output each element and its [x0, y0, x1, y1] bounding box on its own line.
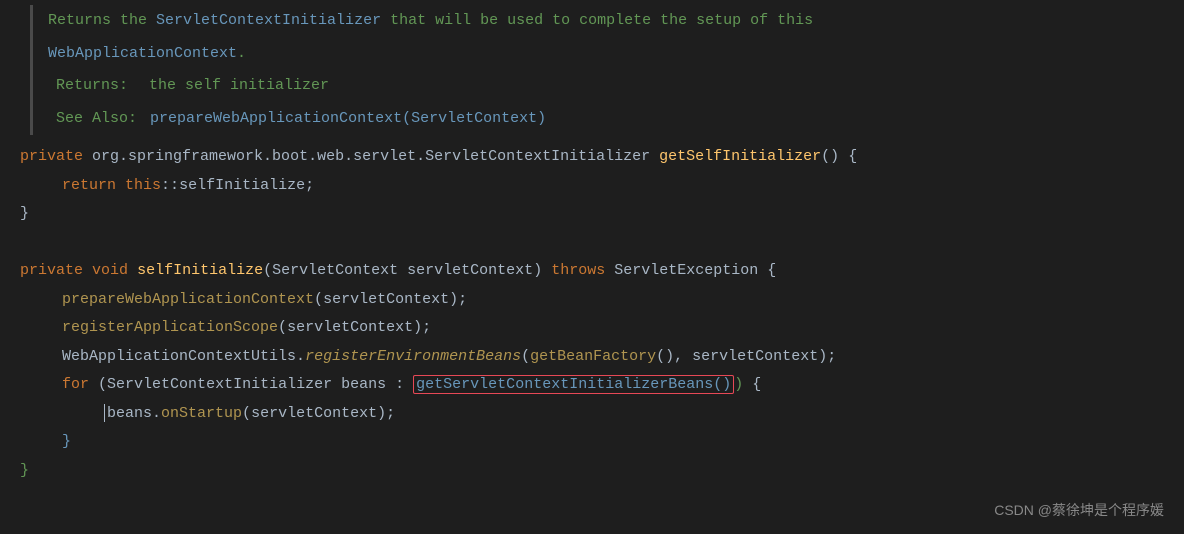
doc-text: that will be used to complete the setup …	[381, 12, 813, 29]
method-ref: selfInitialize	[179, 177, 305, 194]
method-call-highlighted: getServletContextInitializerBeans	[416, 376, 713, 393]
code-line: registerApplicationScope(servletContext)…	[20, 314, 1184, 343]
brace: {	[752, 376, 761, 393]
exception-type: ServletException	[614, 262, 758, 279]
parens: );	[413, 319, 431, 336]
parens: )	[533, 262, 542, 279]
javadoc-block: Returns the ServletContextInitializer th…	[30, 5, 1184, 135]
returns-label: Returns:	[56, 77, 128, 94]
brace: {	[848, 148, 857, 165]
param-name: servletContext	[407, 262, 533, 279]
keyword-return: return	[62, 177, 116, 194]
doc-description-line2: WebApplicationContext.	[48, 38, 1184, 71]
highlighted-expression: getServletContextInitializerBeans()	[413, 375, 734, 394]
code-line: private void selfInitialize(ServletConte…	[20, 257, 1184, 286]
cursor-caret	[104, 404, 105, 422]
brace: {	[767, 262, 776, 279]
parens: )	[734, 376, 743, 393]
method-call: prepareWebApplicationContext	[62, 291, 314, 308]
doc-link-webappcontext[interactable]: WebApplicationContext	[48, 45, 237, 62]
keyword-private: private	[20, 148, 83, 165]
arg: servletContext	[692, 348, 818, 365]
var-ref: beans	[107, 405, 152, 422]
parens: (	[314, 291, 323, 308]
parens: (	[521, 348, 530, 365]
arg: servletContext	[323, 291, 449, 308]
code-line: }	[20, 457, 1184, 486]
parens: ()	[821, 148, 839, 165]
doc-link-initializer[interactable]: ServletContextInitializer	[156, 12, 381, 29]
type-name: org.springframework.boot.web.servlet.Ser…	[92, 148, 650, 165]
loop-type: ServletContextInitializer	[107, 376, 332, 393]
parens: (	[242, 405, 251, 422]
code-line: beans.onStartup(servletContext);	[20, 400, 1184, 429]
brace: }	[62, 433, 71, 450]
doc-seealso-line: See Also: prepareWebApplicationContext(S…	[48, 103, 1184, 136]
brace: }	[20, 462, 29, 479]
code-line: prepareWebApplicationContext(servletCont…	[20, 286, 1184, 315]
parens: ()	[713, 376, 731, 393]
colon: :	[395, 376, 404, 393]
parens: );	[377, 405, 395, 422]
doc-description-line1: Returns the ServletContextInitializer th…	[48, 5, 1184, 38]
code-line: return this::selfInitialize;	[20, 172, 1184, 201]
param-type: ServletContext	[272, 262, 398, 279]
keyword-for: for	[62, 376, 89, 393]
arg: servletContext	[251, 405, 377, 422]
static-method-call: registerEnvironmentBeans	[305, 348, 521, 365]
brace: }	[20, 205, 29, 222]
returns-text: the self initializer	[149, 77, 329, 94]
doc-returns-line: Returns: the self initializer	[48, 70, 1184, 103]
keyword-void: void	[92, 262, 128, 279]
code-line: }	[20, 200, 1184, 229]
keyword-throws: throws	[551, 262, 605, 279]
blank-line	[20, 229, 1184, 258]
parens: );	[818, 348, 836, 365]
code-line: WebApplicationContextUtils.registerEnvir…	[20, 343, 1184, 372]
loop-var: beans	[341, 376, 386, 393]
parens: (	[98, 376, 107, 393]
class-name: WebApplicationContextUtils	[62, 348, 296, 365]
seealso-label: See Also:	[56, 110, 137, 127]
arg: servletContext	[287, 319, 413, 336]
doc-text: .	[237, 45, 246, 62]
method-call: registerApplicationScope	[62, 319, 278, 336]
code-line: for (ServletContextInitializer beans : g…	[20, 371, 1184, 400]
keyword-this: this	[125, 177, 161, 194]
parens: (	[263, 262, 272, 279]
dot: .	[296, 348, 305, 365]
seealso-link[interactable]: prepareWebApplicationContext(ServletCont…	[150, 110, 546, 127]
parens: (),	[656, 348, 692, 365]
doc-text: Returns the	[48, 12, 156, 29]
code-editor[interactable]: private org.springframework.boot.web.ser…	[0, 143, 1184, 485]
method-decl: selfInitialize	[137, 262, 263, 279]
code-line: }	[20, 428, 1184, 457]
watermark: CSDN @蔡徐坤是个程序媛	[994, 497, 1164, 524]
method-call: onStartup	[161, 405, 242, 422]
semicolon: ;	[305, 177, 314, 194]
dot: .	[152, 405, 161, 422]
keyword-private: private	[20, 262, 83, 279]
code-line: private org.springframework.boot.web.ser…	[20, 143, 1184, 172]
method-decl: getSelfInitializer	[659, 148, 821, 165]
operator: ::	[161, 177, 179, 194]
parens: );	[449, 291, 467, 308]
method-call: getBeanFactory	[530, 348, 656, 365]
parens: (	[278, 319, 287, 336]
